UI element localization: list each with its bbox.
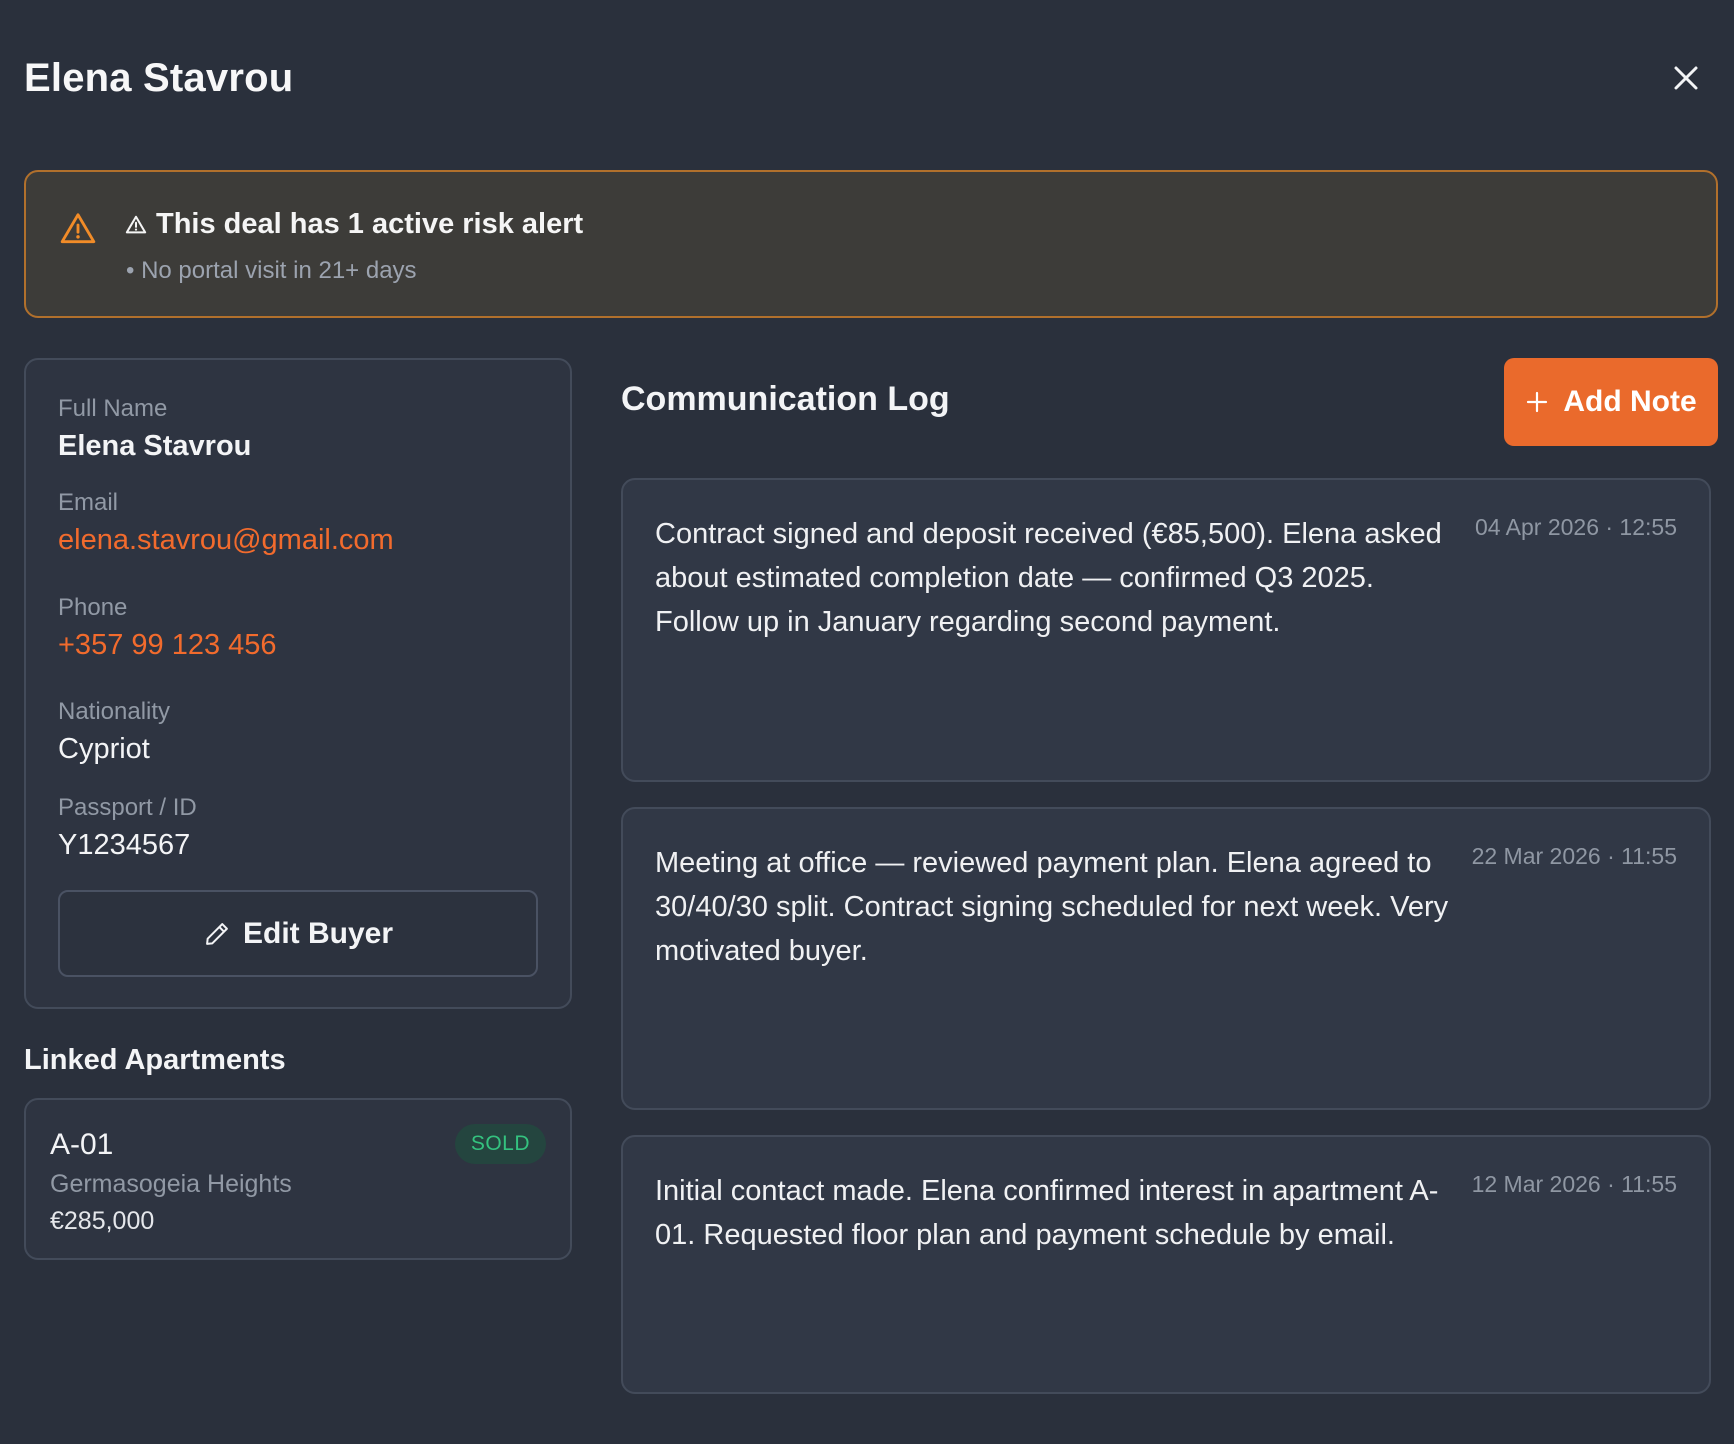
apartment-code: A-01 — [50, 1128, 114, 1161]
linked-apartments-heading: Linked Apartments — [24, 1044, 286, 1076]
edit-buyer-button[interactable]: Edit Buyer — [58, 890, 538, 977]
page-title: Elena Stavrou — [24, 55, 294, 100]
field-value: Y1234567 — [58, 829, 191, 861]
add-note-button[interactable]: Add Note — [1504, 358, 1718, 446]
email-link[interactable]: elena.stavrou@gmail.com — [58, 522, 394, 558]
field-label: Full Name — [58, 395, 168, 422]
alert-title-text: This deal has 1 active risk alert — [156, 208, 584, 240]
field-nationality: Nationality Cypriot — [58, 697, 170, 767]
field-label: Phone — [58, 594, 128, 621]
log-entry-text: Contract signed and deposit received (€8… — [655, 518, 1442, 638]
field-label: Email — [58, 489, 119, 516]
field-value: Cypriot — [58, 733, 150, 765]
field-full-name: Full Name Elena Stavrou — [58, 394, 251, 464]
pencil-icon — [206, 922, 228, 945]
log-entry-text: Meeting at office — reviewed payment pla… — [655, 847, 1449, 967]
add-note-label: Add Note — [1563, 385, 1697, 418]
close-icon — [1674, 66, 1698, 90]
communication-log-heading: Communication Log — [621, 380, 950, 418]
field-phone: Phone +357 99 123 456 — [58, 593, 277, 663]
apartment-price: €285,000 — [50, 1207, 155, 1235]
field-label: Passport / ID — [58, 794, 197, 821]
plus-icon — [1527, 391, 1548, 413]
field-passport: Passport / ID Y1234567 — [58, 793, 197, 863]
log-entry-timestamp: 22 Mar 2026 · 11:55 — [1471, 843, 1677, 869]
field-email: Email elena.stavrou@gmail.com — [58, 488, 394, 558]
small-warning-icon — [125, 215, 147, 233]
apartment-project: Germasogeia Heights — [50, 1170, 292, 1198]
apartment-card[interactable]: A-01 SOLD Germasogeia Heights €285,000 — [24, 1098, 572, 1260]
field-label: Nationality — [58, 698, 171, 725]
warning-triangle-icon — [60, 213, 96, 244]
log-entry-text: Initial contact made. Elena confirmed in… — [655, 1175, 1439, 1251]
buyer-detail-panel: Elena Stavrou This deal has 1 active ris… — [0, 0, 1734, 1444]
field-value: Elena Stavrou — [58, 430, 252, 462]
log-entry: Contract signed and deposit received (€8… — [621, 478, 1711, 782]
risk-alert-banner: This deal has 1 active risk alert • No p… — [24, 170, 1718, 318]
alert-item: • No portal visit in 21+ days — [126, 257, 417, 284]
log-entry-timestamp: 04 Apr 2026 · 12:55 — [1474, 514, 1677, 540]
panel-header: Elena Stavrou — [24, 50, 1710, 106]
close-button[interactable] — [1664, 56, 1708, 100]
alert-title: This deal has 1 active risk alert — [124, 208, 583, 241]
log-entry: Initial contact made. Elena confirmed in… — [621, 1135, 1711, 1394]
status-badge: SOLD — [454, 1124, 546, 1164]
edit-buyer-label: Edit Buyer — [242, 916, 394, 950]
buyer-info-card: Full Name Elena Stavrou Email elena.stav… — [24, 358, 572, 1009]
phone-link[interactable]: +357 99 123 456 — [58, 627, 277, 663]
log-entry-timestamp: 12 Mar 2026 · 11:55 — [1471, 1171, 1677, 1197]
log-entry: Meeting at office — reviewed payment pla… — [621, 807, 1711, 1110]
